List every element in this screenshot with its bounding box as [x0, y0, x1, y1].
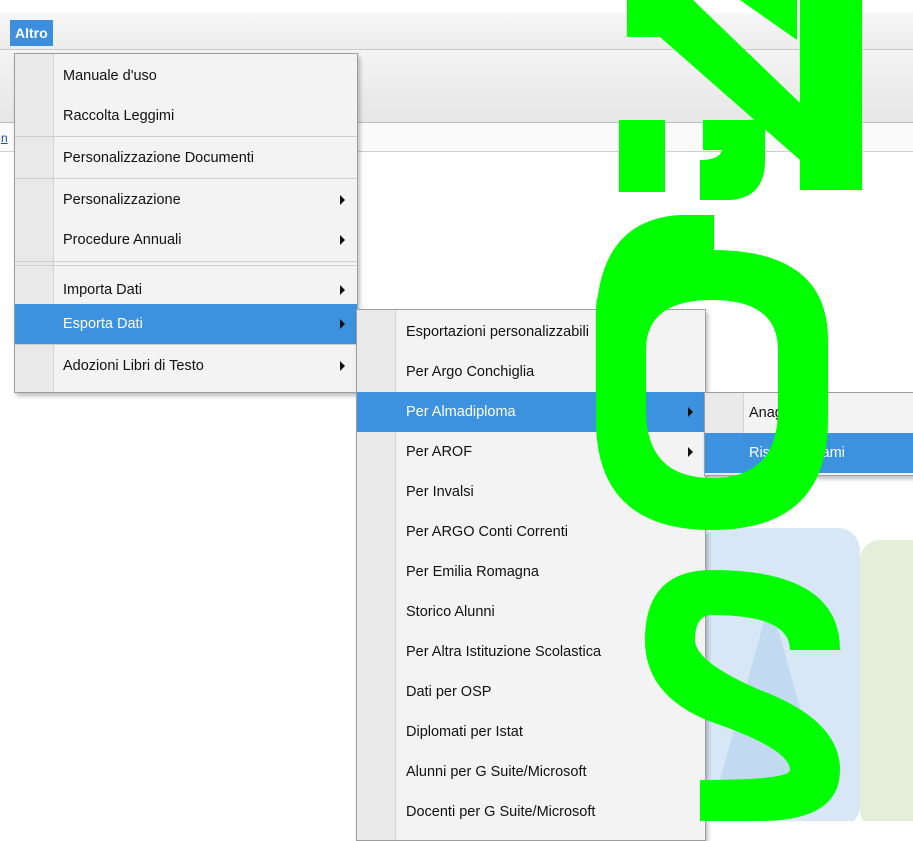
menu-separator: [15, 136, 357, 137]
menubar: [0, 13, 913, 50]
submenu-arrow-icon: [340, 235, 345, 245]
menu-separator: [15, 261, 357, 266]
menu-item-per-emilia-romagna[interactable]: Per Emilia Romagna: [357, 552, 705, 592]
menu-item-esportazioni-personalizzabili[interactable]: Esportazioni personalizzabili: [357, 312, 705, 352]
menu-item-per-invalsi[interactable]: Per Invalsi: [357, 472, 705, 512]
menu-item-procedure-annuali[interactable]: Procedure Annuali: [15, 220, 357, 260]
menu-item-per-argo-conchiglia[interactable]: Per Argo Conchiglia: [357, 352, 705, 392]
menu-separator: [15, 178, 357, 179]
menu-item-esporta-dati[interactable]: Esporta Dati: [15, 304, 357, 344]
menu-item-dati-per-osp[interactable]: Dati per OSP: [357, 672, 705, 712]
submenu-arrow-icon: [688, 447, 693, 457]
menu-item-alunni-g-suite[interactable]: Alunni per G Suite/Microsoft: [357, 752, 705, 792]
menu-item-per-arof[interactable]: Per AROF: [357, 432, 705, 472]
almadiploma-submenu: Anagrafe Risultati Esami: [704, 392, 913, 476]
submenu-arrow-icon: [340, 285, 345, 295]
submenu-arrow-icon: [340, 361, 345, 371]
esporta-dati-submenu: Esportazioni personalizzabili Per Argo C…: [356, 309, 706, 841]
menu-item-raccolta-leggimi[interactable]: Raccolta Leggimi: [15, 96, 357, 136]
menu-item-risultati-esami[interactable]: Risultati Esami: [705, 433, 913, 473]
submenu-arrow-icon: [340, 195, 345, 205]
submenu-arrow-icon: [340, 319, 345, 329]
menu-item-anagrafe[interactable]: Anagrafe: [705, 393, 913, 433]
menu-item-diplomati-per-istat[interactable]: Diplomati per Istat: [357, 712, 705, 752]
menu-item-personalizzazione[interactable]: Personalizzazione: [15, 180, 357, 220]
altro-dropdown-menu: Manuale d'uso Raccolta Leggimi Personali…: [14, 53, 358, 393]
submenu-arrow-icon: [688, 407, 693, 417]
menu-altro-button[interactable]: Altro: [10, 20, 53, 46]
menu-item-storico-alunni[interactable]: Storico Alunni: [357, 592, 705, 632]
menu-item-adozioni-libri[interactable]: Adozioni Libri di Testo: [15, 346, 357, 386]
menu-item-personalizzazione-documenti[interactable]: Personalizzazione Documenti: [15, 138, 357, 178]
menu-item-per-argo-conti-correnti[interactable]: Per ARGO Conti Correnti: [357, 512, 705, 552]
partial-link[interactable]: n: [1, 131, 8, 145]
menu-item-manuale-uso[interactable]: Manuale d'uso: [15, 56, 357, 96]
menu-separator: [15, 344, 357, 345]
menu-item-docenti-g-suite[interactable]: Docenti per G Suite/Microsoft: [357, 792, 705, 832]
menu-item-per-almadiploma[interactable]: Per Almadiploma: [357, 392, 705, 432]
menu-item-per-altra-istituzione[interactable]: Per Altra Istituzione Scolastica: [357, 632, 705, 672]
submenu-arrow-icon: [688, 647, 693, 657]
